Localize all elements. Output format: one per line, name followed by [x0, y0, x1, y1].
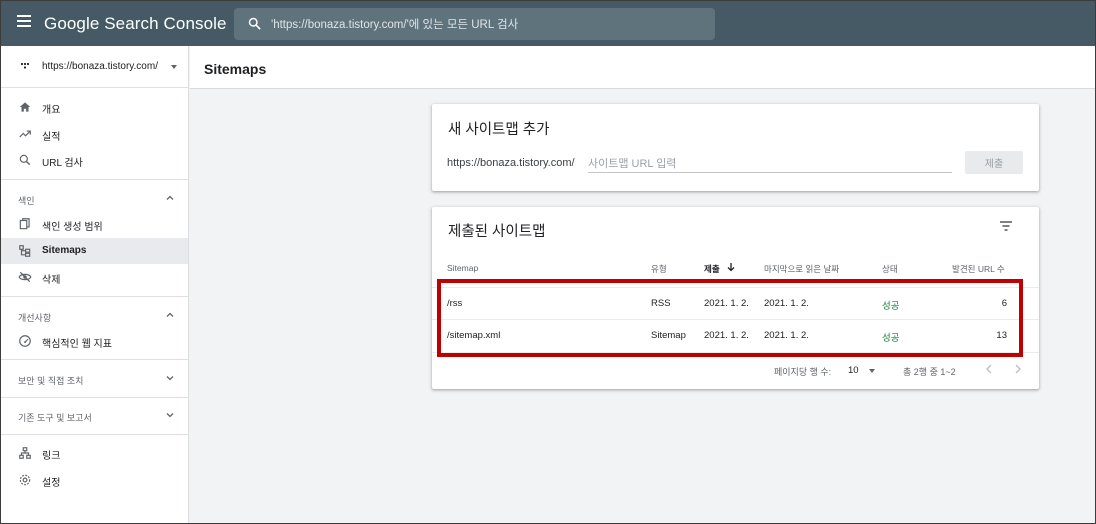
section-label: 보안 및 직접 조치	[18, 376, 84, 386]
chevron-down-icon	[171, 65, 177, 69]
pagination-range: 총 2행 중 1~2	[903, 367, 956, 377]
add-sitemap-title: 새 사이트맵 추가	[448, 122, 550, 138]
section-security[interactable]: 보안 및 직접 조치	[1, 360, 188, 396]
sitemap-url-input[interactable]	[588, 155, 952, 173]
found-url-count: 6	[1001, 298, 1007, 309]
status-label: 성공	[882, 301, 900, 312]
column-header-found-urls[interactable]: 발견된 URL 수	[952, 263, 1005, 275]
trending-up-icon	[19, 130, 31, 138]
sidebar-item-removals[interactable]: 삭제	[1, 264, 188, 290]
column-header-status[interactable]: 상태	[882, 263, 898, 275]
sidebar-item-label: 개요	[42, 105, 61, 116]
submit-button[interactable]: 제출	[965, 151, 1023, 174]
status-label: 성공	[882, 333, 900, 344]
sitemap-url-prefix: https://bonaza.tistory.com/	[447, 157, 575, 169]
copy-icon	[19, 218, 30, 230]
app-window: Google Search Console https://bonaza.tis…	[0, 0, 1096, 524]
section-label: 색인	[18, 196, 35, 206]
rows-per-page-value: 10	[848, 365, 859, 376]
chevron-up-icon	[166, 195, 174, 200]
chevron-down-icon	[166, 376, 174, 381]
product-name[interactable]: Google Search Console	[44, 14, 227, 34]
sidebar-item-coverage[interactable]: 색인 생성 범위	[1, 211, 188, 237]
page-header: Sitemaps	[190, 46, 1095, 89]
sidebar-item-label: 색인 생성 범위	[42, 222, 103, 233]
sidebar-item-label: Sitemaps	[42, 245, 87, 256]
column-header-last-read[interactable]: 마지막으로 읽은 날짜	[764, 263, 839, 275]
table-row[interactable]: /rss RSS 2021. 1. 2. 2021. 1. 2. 성공 6	[432, 288, 1039, 320]
table-row[interactable]: /sitemap.xml Sitemap 2021. 1. 2. 2021. 1…	[432, 320, 1039, 352]
url-inspection-search[interactable]	[234, 8, 715, 40]
sidebar-item-settings[interactable]: 설정	[1, 467, 188, 493]
column-header-submitted[interactable]: 제출	[704, 263, 720, 275]
submitted-date: 2021. 1. 2.	[704, 298, 749, 309]
property-url: https://bonaza.tistory.com/	[42, 61, 158, 72]
site-favicon-icon	[20, 62, 30, 69]
section-label: 개선사항	[18, 313, 52, 323]
chevron-down-icon	[166, 413, 174, 418]
chevron-left-icon[interactable]	[983, 362, 995, 376]
sidebar-item-label: URL 검사	[42, 158, 83, 169]
section-label: 기존 도구 및 보고서	[18, 413, 92, 423]
sidebar-item-label: 설정	[42, 478, 61, 489]
sitemap-path: /rss	[447, 298, 463, 309]
eye-off-icon	[18, 271, 32, 283]
column-header-type[interactable]: 유형	[651, 263, 667, 275]
top-app-bar: Google Search Console	[1, 1, 1095, 46]
filter-icon[interactable]	[999, 220, 1013, 232]
rows-per-page-select[interactable]: 10	[848, 363, 880, 377]
submitted-date: 2021. 1. 2.	[704, 330, 749, 341]
sidebar-item-url-inspection[interactable]: URL 검사	[1, 147, 188, 173]
sidebar-item-performance[interactable]: 실적	[1, 121, 188, 147]
page-title: Sitemaps	[204, 61, 267, 77]
sitemap-type: Sitemap	[651, 330, 686, 341]
sidebar: https://bonaza.tistory.com/ 개요 실적 URL 검사…	[1, 46, 189, 523]
last-read-date: 2021. 1. 2.	[764, 298, 809, 309]
sidebar-item-overview[interactable]: 개요	[1, 94, 188, 120]
search-icon	[248, 17, 261, 30]
search-icon	[19, 154, 31, 166]
column-header-sitemap[interactable]: Sitemap	[447, 263, 478, 273]
submitted-sitemaps-title: 제출된 사이트맵	[448, 224, 546, 240]
sidebar-item-label: 삭제	[42, 275, 61, 286]
gauge-icon	[19, 335, 31, 347]
home-icon	[19, 102, 31, 112]
sidebar-item-links[interactable]: 링크	[1, 440, 188, 466]
chevron-right-icon[interactable]	[1012, 362, 1024, 376]
sitemap-path: /sitemap.xml	[447, 330, 501, 341]
submitted-sitemaps-card: 제출된 사이트맵 Sitemap 유형 제출 마지막으로 읽은 날짜 상태 발견…	[432, 207, 1039, 389]
add-sitemap-card: 새 사이트맵 추가 https://bonaza.tistory.com/ 제출	[432, 104, 1039, 191]
sidebar-item-sitemaps[interactable]: Sitemaps	[1, 238, 188, 264]
rows-per-page-label: 페이지당 행 수:	[774, 367, 832, 377]
sitemap-type: RSS	[651, 298, 671, 309]
chevron-down-icon	[869, 369, 875, 373]
settings-icon	[19, 474, 31, 486]
menu-icon[interactable]	[17, 15, 33, 31]
found-url-count: 13	[996, 330, 1007, 341]
sidebar-item-label: 링크	[42, 451, 61, 462]
sidebar-item-label: 핵심적인 웹 지표	[42, 339, 112, 350]
section-legacy-tools[interactable]: 기존 도구 및 보고서	[1, 397, 188, 433]
last-read-date: 2021. 1. 2.	[764, 330, 809, 341]
search-input[interactable]	[271, 16, 701, 34]
chevron-up-icon	[166, 312, 174, 317]
links-icon	[19, 447, 31, 459]
sitemap-icon	[19, 245, 31, 257]
sidebar-item-core-web-vitals[interactable]: 핵심적인 웹 지표	[1, 328, 188, 354]
property-selector[interactable]: https://bonaza.tistory.com/	[1, 46, 189, 88]
sidebar-item-label: 실적	[42, 132, 61, 143]
arrow-down-icon	[727, 263, 735, 272]
